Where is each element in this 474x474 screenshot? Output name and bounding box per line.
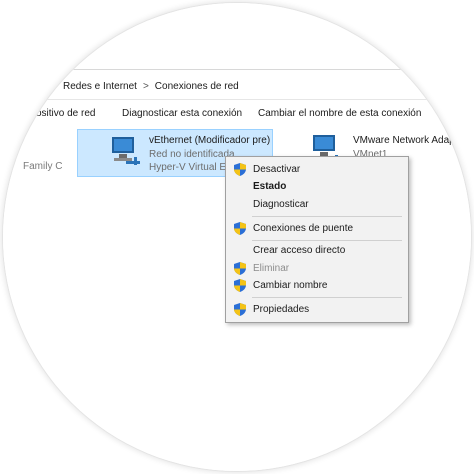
menu-item-eliminar[interactable]: Eliminar (226, 261, 408, 277)
uac-shield-icon (234, 222, 246, 235)
breadcrumb[interactable]: Redes e Internet > Conexiones de red (63, 81, 239, 92)
adapter-device: Hyper-V Virtual Et (149, 162, 229, 173)
menu-item-label: Crear acceso directo (253, 245, 346, 256)
menu-item-cambiar-nombre[interactable]: Cambiar nombre (226, 278, 408, 294)
disable-device-command[interactable]: ositivo de red (36, 108, 95, 119)
menu-item-label: Propiedades (253, 304, 310, 315)
circular-frame: Redes e Internet > Conexiones de red ositi… (3, 3, 471, 471)
uac-shield-icon (234, 303, 246, 316)
menu-item-desactivar[interactable]: Desactivar (226, 162, 408, 178)
uac-shield-icon (234, 262, 246, 275)
menu-separator (252, 297, 402, 298)
menu-item-label: Estado (253, 181, 287, 192)
breadcrumb-conexiones-red[interactable]: Conexiones de red (155, 81, 239, 92)
adapter-partial-label[interactable]: Family C (23, 161, 62, 172)
breadcrumb-redes-internet[interactable]: Redes e Internet (63, 81, 137, 92)
menu-item-crear-acceso-directo[interactable]: Crear acceso directo (226, 243, 408, 259)
context-menu: Desactivar Estado Diagnosticar Conexione… (225, 156, 409, 323)
menu-item-propiedades[interactable]: Propiedades (226, 302, 408, 318)
menu-separator (252, 240, 402, 241)
menu-item-label: Diagnosticar (253, 199, 309, 210)
menu-item-label: Conexiones de puente (253, 223, 354, 234)
menu-item-label: Desactivar (253, 164, 301, 175)
network-adapter-icon[interactable] (108, 135, 140, 169)
menu-item-conexiones-puente[interactable]: Conexiones de puente (226, 221, 408, 237)
menu-item-estado[interactable]: Estado (226, 179, 408, 195)
menu-item-label: Cambiar nombre (253, 280, 328, 291)
diagnose-connection-command[interactable]: Diagnosticar esta conexión (122, 108, 242, 119)
menu-item-diagnosticar[interactable]: Diagnosticar (226, 197, 408, 213)
uac-shield-icon (234, 163, 246, 176)
adapter-name: vEthernet (Modificador pre) (149, 135, 271, 146)
rename-connection-command[interactable]: Cambiar el nombre de esta conexión (258, 108, 421, 119)
menu-separator (252, 216, 402, 217)
adapter-status: Red no identificada (149, 149, 235, 160)
adapter-name[interactable]: VMware Network Adap (353, 135, 455, 146)
breadcrumb-chevron-icon: > (142, 81, 149, 92)
address-bar-top-border (3, 69, 471, 70)
uac-shield-icon (234, 279, 246, 292)
menu-item-label: Eliminar (253, 263, 290, 274)
command-bar-top-border (3, 99, 471, 100)
network-connections-window: Redes e Internet > Conexiones de red ositi… (3, 3, 471, 471)
